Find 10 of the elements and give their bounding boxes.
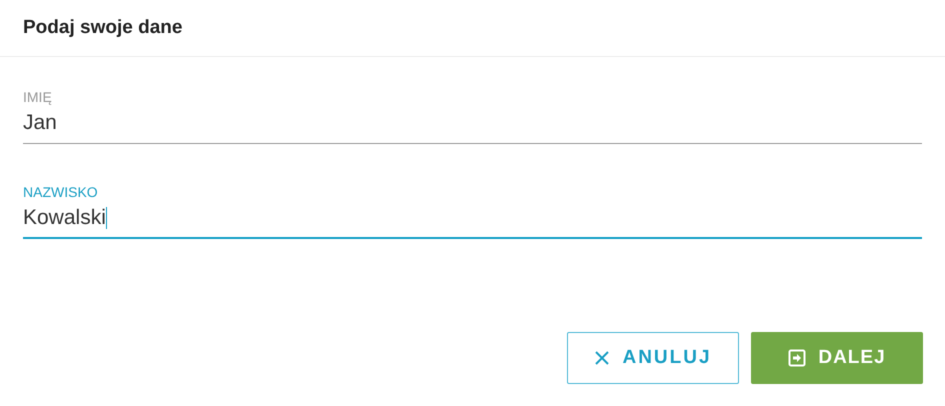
text-cursor [106,207,107,229]
field-label: IMIĘ [23,88,53,107]
field-value: Jan [23,110,57,136]
close-icon [594,350,610,366]
field-label: NAZWISKO [23,183,99,202]
enter-icon [788,349,806,367]
text-field[interactable]: NAZWISKO Kowalski [23,182,922,239]
field-value: Kowalski [23,205,106,232]
text-field[interactable]: IMIĘ Jan [23,87,922,144]
dialog-title: Podaj swoje dane [23,16,182,40]
